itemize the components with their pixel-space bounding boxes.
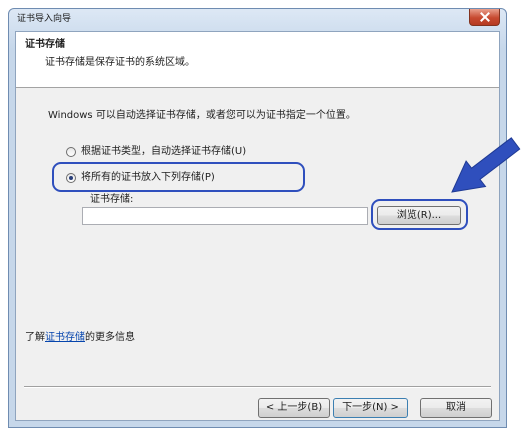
close-icon — [480, 12, 490, 22]
learn-more: 了解证书存储的更多信息 — [25, 332, 135, 344]
page-title: 证书存储 — [25, 39, 65, 50]
annotation-highlight-radio — [52, 162, 305, 192]
store-input[interactable] — [82, 207, 368, 225]
intro-text: Windows 可以自动选择证书存储，或者您可以为证书指定一个位置。 — [48, 110, 356, 121]
window-title: 证书导入向导 — [17, 14, 72, 24]
footer-divider — [24, 386, 491, 388]
learn-more-suffix: 的更多信息 — [85, 332, 135, 343]
next-button[interactable]: 下一步(N) > — [333, 398, 408, 418]
store-label: 证书存储: — [90, 194, 134, 205]
page-subtitle: 证书存储是保存证书的系统区域。 — [45, 57, 195, 68]
learn-more-link[interactable]: 证书存储 — [45, 332, 85, 343]
title-bar[interactable]: 证书导入向导 — [9, 9, 506, 31]
wizard-client-area: 证书存储 证书存储是保存证书的系统区域。 Windows 可以自动选择证书存储，… — [15, 31, 500, 421]
learn-more-prefix: 了解 — [25, 332, 45, 343]
cancel-button[interactable]: 取消 — [420, 398, 492, 418]
wizard-header: 证书存储 证书存储是保存证书的系统区域。 — [16, 32, 499, 88]
radio-button[interactable] — [66, 147, 76, 157]
annotation-highlight-browse — [371, 199, 468, 230]
close-button[interactable] — [469, 9, 500, 26]
back-button[interactable]: < 上一步(B) — [258, 398, 330, 418]
wizard-window: 证书导入向导 证书存储 证书存储是保存证书的系统区域。 Windows 可以自动… — [8, 8, 507, 428]
radio-auto-store[interactable]: 根据证书类型，自动选择证书存储(U) — [66, 146, 306, 158]
radio-label[interactable]: 根据证书类型，自动选择证书存储(U) — [81, 146, 246, 158]
